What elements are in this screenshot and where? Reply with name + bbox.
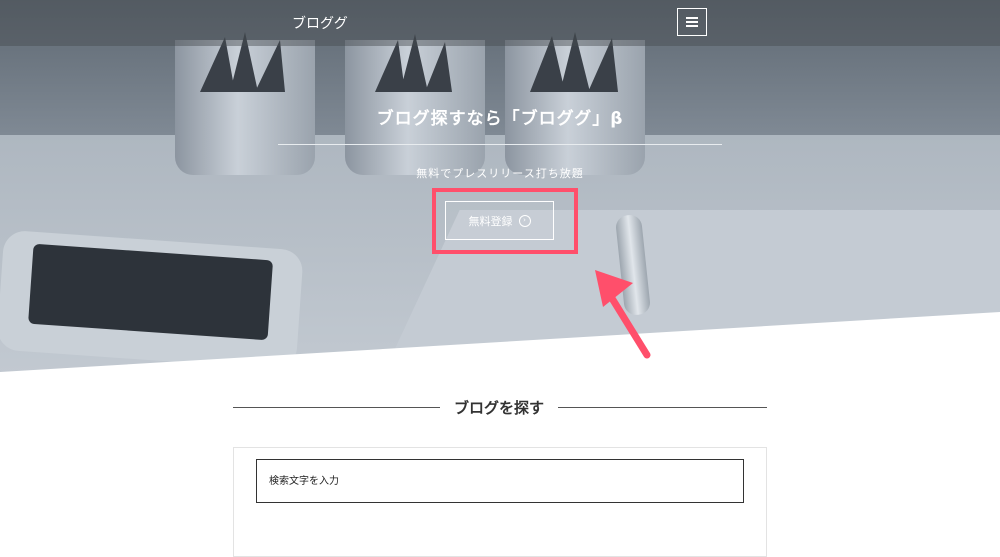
hero-divider (278, 144, 722, 145)
free-register-button[interactable]: 無料登録 › (445, 201, 554, 240)
annotation-arrow-icon (595, 270, 651, 359)
cta-label: 無料登録 (468, 214, 513, 228)
search-input[interactable] (256, 459, 744, 503)
circle-chevron-right-icon: › (518, 214, 531, 227)
smartphone (0, 229, 304, 371)
section-heading: ブログを探す (233, 396, 767, 420)
site-logo[interactable]: ブロググ (292, 13, 348, 33)
heading-rule-right (558, 407, 767, 408)
hamburger-menu-icon[interactable] (677, 8, 707, 36)
top-navbar: ブロググ (0, 0, 1000, 46)
hero-subtitle: 無料でプレスリリース打ち放題 (416, 167, 584, 180)
heading-rule-left (233, 407, 440, 408)
hero-title: ブログ探すなら「ブロググ」β (376, 109, 624, 129)
hero-background (0, 0, 1000, 372)
section-title: ブログを探す (453, 399, 544, 417)
